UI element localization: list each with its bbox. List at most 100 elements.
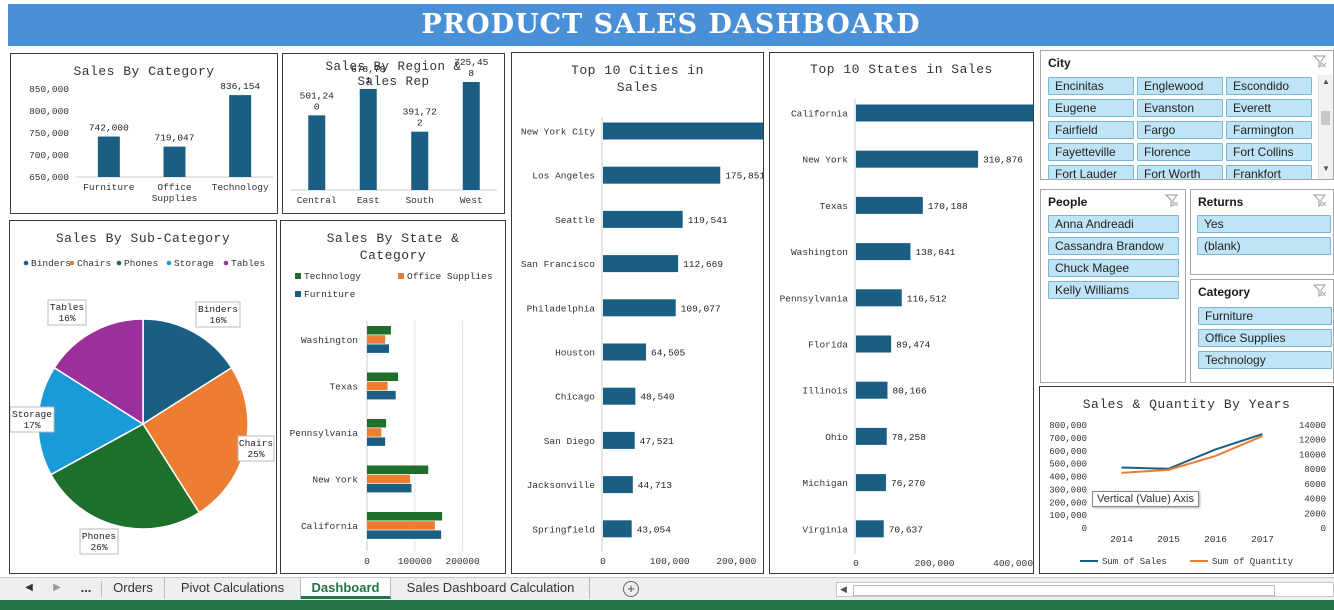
tab-pivot-calculations[interactable]: Pivot Calculations <box>165 578 301 599</box>
tab-more[interactable]: ... <box>76 578 96 599</box>
city-slicer-item[interactable]: Encinitas <box>1048 77 1134 95</box>
returns-slicer[interactable]: Returns Yes (blank) <box>1190 189 1334 275</box>
scroll-left-icon[interactable]: ◀ <box>840 583 847 596</box>
data-label: 170,188 <box>928 201 968 212</box>
data-label: 109,077 <box>681 303 721 314</box>
city-slicer-item[interactable]: Fort Lauder <box>1048 165 1134 179</box>
sales-by-category-panel[interactable]: Sales By Category 850,000 800,000 750,000 7… <box>10 53 278 214</box>
category-slicer[interactable]: Category Furniture Office Supplies Technol… <box>1190 279 1334 383</box>
y-tick-label-left: 800,000 <box>1049 421 1087 431</box>
city-slicer-item[interactable]: Frankfort <box>1226 165 1312 179</box>
clear-filter-icon[interactable] <box>1313 284 1327 297</box>
scroll-up-icon[interactable]: ▲ <box>1322 77 1330 86</box>
city-slicer-item[interactable]: Englewood <box>1137 77 1223 95</box>
tab-scroll-right-icon[interactable]: ▶ <box>50 578 64 599</box>
y-tick-label-right: 2000 <box>1304 509 1326 519</box>
data-label-category: Binders <box>198 304 238 315</box>
x-tick-label: Technology <box>212 182 269 193</box>
city-slicer[interactable]: City Encinitas Englewood Escondido Eugene Ev… <box>1040 50 1334 180</box>
sales-by-subcategory-chart: Binders Chairs Phones Storage TablesBinders1… <box>10 258 275 555</box>
data-label: 8 <box>468 68 474 79</box>
people-slicer[interactable]: People Anna Andreadi Cassandra Brandow Chu… <box>1040 189 1186 383</box>
data-label: 310,876 <box>983 155 1023 166</box>
bar <box>308 115 326 190</box>
bar <box>367 335 386 344</box>
returns-slicer-item[interactable]: Yes <box>1197 215 1331 233</box>
people-slicer-item[interactable]: Anna Andreadi <box>1048 215 1179 233</box>
y-tick-label-left: 300,000 <box>1049 485 1087 495</box>
scroll-thumb[interactable] <box>853 585 1275 596</box>
sales-by-state-category-panel[interactable]: Sales By State & Category Technology Offi… <box>280 220 506 574</box>
city-slicer-item[interactable]: Evanston <box>1137 99 1223 117</box>
bar <box>603 210 683 228</box>
x-tick-label: 100,000 <box>650 556 690 567</box>
x-tick-label: West <box>460 195 483 206</box>
horizontal-scrollbar[interactable]: ◀ <box>836 582 1334 597</box>
clear-filter-icon[interactable] <box>1165 194 1179 207</box>
data-label: 0 <box>314 101 320 112</box>
people-slicer-item[interactable]: Kelly Williams <box>1048 281 1179 299</box>
data-label: 836,154 <box>220 81 260 92</box>
city-slicer-item[interactable]: Florence <box>1137 143 1223 161</box>
city-slicer-item[interactable]: Fargo <box>1137 121 1223 139</box>
tab-orders[interactable]: Orders <box>102 578 165 599</box>
category-slicer-item[interactable]: Furniture <box>1198 307 1332 325</box>
data-label: 48,540 <box>640 392 675 403</box>
returns-slicer-item[interactable]: (blank) <box>1197 237 1331 255</box>
bar <box>603 166 721 184</box>
scroll-down-icon[interactable]: ▼ <box>1322 164 1330 173</box>
city-slicer-item[interactable]: Farmington <box>1226 121 1312 139</box>
city-slicer-item[interactable]: Fort Worth <box>1137 165 1223 179</box>
city-slicer-item[interactable]: Everett <box>1226 99 1312 117</box>
category-slicer-item[interactable]: Technology <box>1198 351 1332 369</box>
city-slicer-item[interactable]: Fairfield <box>1048 121 1134 139</box>
data-label: 678,78 <box>351 64 386 75</box>
y-tick-label: Texas <box>819 201 848 212</box>
tab-dashboard[interactable]: Dashboard <box>301 578 391 599</box>
bar <box>367 474 411 484</box>
y-tick-label: Pennsylvania <box>780 293 849 304</box>
tab-scroll-left-icon[interactable]: ◀ <box>22 578 36 599</box>
bar <box>97 136 120 177</box>
bar <box>856 150 979 168</box>
bar <box>163 146 186 177</box>
add-sheet-icon[interactable]: + <box>623 581 639 597</box>
legend-label: Chairs <box>77 258 111 269</box>
y-tick-label: Seattle <box>555 215 595 226</box>
sales-by-region-panel[interactable]: Sales By Region & Sales Rep 501,24 0 Centr… <box>282 53 505 214</box>
people-slicer-item[interactable]: Cassandra Brandow <box>1048 237 1179 255</box>
data-label-percent: 25% <box>247 449 264 460</box>
sales-by-subcategory-panel[interactable]: Sales By Sub-Category Binders Chairs Phone… <box>9 220 277 574</box>
sheet-tab-bar: ◀ ▶ ... Orders Pivot Calculations Dashbo… <box>0 577 1334 600</box>
scroll-thumb[interactable] <box>1321 111 1330 125</box>
legend-label: Tables <box>231 258 265 269</box>
top-states-panel[interactable]: Top 10 States in Sales 457,688California… <box>769 52 1034 574</box>
city-slicer-item[interactable]: Fayetteville <box>1048 143 1134 161</box>
sales-quantity-years-panel[interactable]: Sales & Quantity By Years 800,000 700,000… <box>1039 386 1334 574</box>
people-slicer-item[interactable]: Chuck Magee <box>1048 259 1179 277</box>
top-cities-panel[interactable]: Top 10 Cities in Sales 256,368New York C… <box>511 52 764 574</box>
y-tick-label: Los Angeles <box>532 171 595 182</box>
data-label: 112,669 <box>683 259 723 270</box>
city-slicer-item[interactable]: Escondido <box>1226 77 1312 95</box>
y-tick-label: Ohio <box>825 432 848 443</box>
data-label: 1 <box>365 75 371 86</box>
tab-sales-dashboard-calculation[interactable]: Sales Dashboard Calculation <box>392 578 590 599</box>
legend-label: Phones <box>124 258 158 269</box>
bar <box>603 476 633 494</box>
y-tick-label: New York City <box>521 127 595 138</box>
clear-filter-icon[interactable] <box>1313 55 1327 68</box>
city-slicer-item[interactable]: Eugene <box>1048 99 1134 117</box>
bar <box>603 431 635 449</box>
x-tick-label: 0 <box>853 558 859 569</box>
category-slicer-item[interactable]: Office Supplies <box>1198 329 1332 347</box>
bar <box>462 81 480 190</box>
data-label: 116,512 <box>907 293 947 304</box>
city-slicer-scrollbar[interactable]: ▲ ▼ <box>1318 75 1333 179</box>
city-slicer-item[interactable]: Fort Collins <box>1226 143 1312 161</box>
clear-filter-icon[interactable] <box>1313 194 1327 207</box>
y-tick-label-right: 10000 <box>1299 450 1326 460</box>
legend-label: Sum of Quantity <box>1212 557 1294 567</box>
legend-label: Furniture <box>304 289 356 300</box>
bar <box>367 428 382 437</box>
